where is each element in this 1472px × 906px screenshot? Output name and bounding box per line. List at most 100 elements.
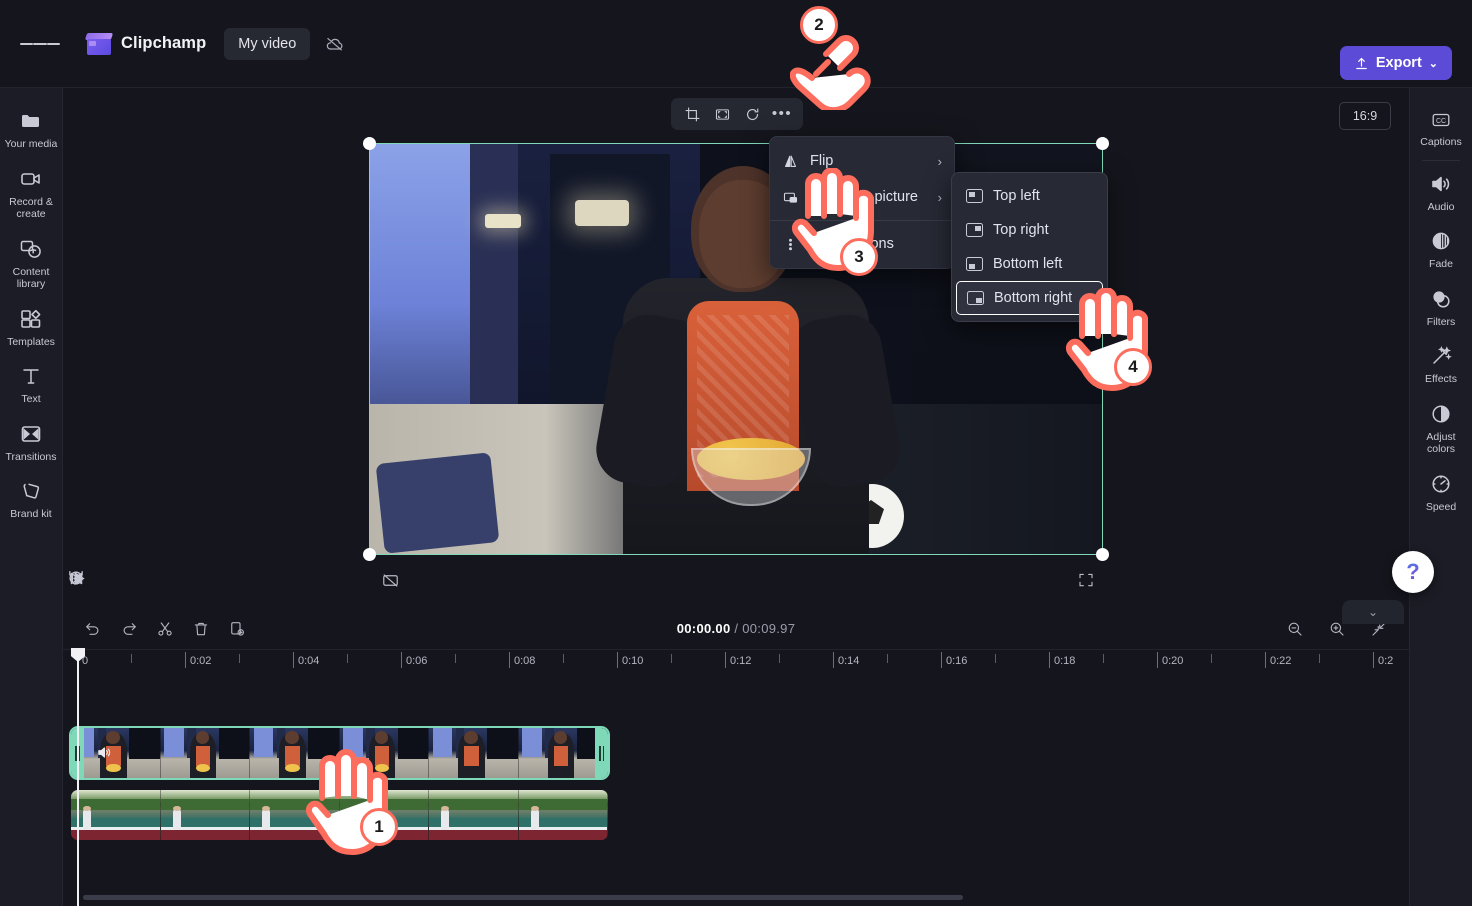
filters-icon xyxy=(1433,290,1450,308)
ruler-label: 0:02 xyxy=(190,655,212,667)
sidebar-item-speed[interactable]: Speed xyxy=(1410,463,1472,521)
ellipsis-icon: ••• xyxy=(771,105,793,122)
step-badge-2: 2 xyxy=(800,6,838,44)
transitions-icon xyxy=(21,425,41,442)
fullscreen-icon xyxy=(1079,573,1093,587)
pip-bottom-left-icon xyxy=(966,257,983,271)
total-time: 00:09.97 xyxy=(742,621,796,636)
timecode-display: 00:00.00 / 00:09.97 xyxy=(63,621,1409,636)
timeline-scrollbar[interactable] xyxy=(83,895,963,900)
skip-to-end-button[interactable] xyxy=(63,565,89,591)
clip-float-toolbar: ••• xyxy=(671,98,803,130)
ruler-label: 0:14 xyxy=(838,655,860,667)
sidebar-item-filters[interactable]: Filters xyxy=(1410,278,1472,336)
ruler-label: 0:12 xyxy=(730,655,752,667)
chevron-right-icon: › xyxy=(937,189,942,205)
upload-icon xyxy=(1356,57,1367,69)
crop-button[interactable] xyxy=(679,101,705,127)
timeline-ruler[interactable]: 0 0:02 0:04 0:06 0:08 0:10 0:12 0:14 0:1… xyxy=(63,650,1409,674)
sidebar-item-adjust-colors[interactable]: Adjust colors xyxy=(1410,393,1472,463)
context-menu-label: Flip xyxy=(810,153,834,169)
speaker-icon xyxy=(1432,176,1450,191)
project-title[interactable]: My video xyxy=(224,27,311,60)
sidebar-item-transitions[interactable]: Transitions xyxy=(0,413,62,471)
sidebar-item-your-media[interactable]: Your media xyxy=(0,100,62,158)
export-button[interactable]: Export ⌄ xyxy=(1339,46,1452,80)
submenu-item-top-right[interactable]: Top right xyxy=(956,213,1103,247)
panel-collapse-tab[interactable]: ⌄ xyxy=(1342,600,1404,624)
resize-handle-top-left[interactable] xyxy=(363,137,376,150)
sidebar-item-label: Content library xyxy=(12,265,50,291)
trim-handle-right[interactable] xyxy=(595,728,608,778)
sidebar-item-label: Effects xyxy=(1425,373,1457,385)
fullscreen-button[interactable] xyxy=(1071,565,1101,595)
content-library-icon xyxy=(20,240,41,258)
resize-handle-top-right[interactable] xyxy=(1096,137,1109,150)
fit-icon xyxy=(715,108,729,120)
aspect-ratio-badge[interactable]: 16:9 xyxy=(1339,102,1391,130)
top-bar: Clipchamp My video Export ⌄ xyxy=(0,0,1472,88)
sidebar-item-content-library[interactable]: Content library xyxy=(0,228,62,298)
sidebar-item-templates[interactable]: Templates xyxy=(0,298,62,356)
sidebar-item-label: Templates xyxy=(7,335,55,348)
ruler-label: 0:20 xyxy=(1162,655,1184,667)
sidebar-item-record-create[interactable]: Record & create xyxy=(0,158,62,228)
help-button[interactable]: ? xyxy=(1392,551,1434,593)
submenu-item-top-left[interactable]: Top left xyxy=(956,179,1103,213)
folder-icon xyxy=(22,115,39,127)
chevron-right-icon: › xyxy=(937,153,942,169)
divider xyxy=(1422,159,1460,161)
sidebar-item-effects[interactable]: Effects xyxy=(1410,335,1472,393)
submenu-label: Bottom left xyxy=(993,256,1063,272)
zoom-out-icon xyxy=(1288,622,1302,636)
hamburger-line xyxy=(20,42,34,45)
sidebar-item-label: Your media xyxy=(4,138,58,150)
brand[interactable]: Clipchamp xyxy=(84,32,207,55)
help-label: ? xyxy=(1406,559,1420,584)
playhead[interactable] xyxy=(71,648,85,906)
zoom-out-button[interactable] xyxy=(1281,615,1309,643)
submenu-item-bottom-left[interactable]: Bottom left xyxy=(956,247,1103,281)
transport-controls: 5 5 xyxy=(63,560,248,596)
brand-kit-icon xyxy=(23,483,40,499)
skip-next-icon xyxy=(70,572,81,584)
contrast-icon xyxy=(1432,404,1450,423)
sidebar-item-brand-kit[interactable]: Brand kit xyxy=(0,470,62,528)
cc-icon: CC xyxy=(1432,113,1450,127)
right-sidebar: CC Captions Audio Fade Filters Effects A… xyxy=(1409,88,1472,906)
annotation-hand-2 xyxy=(790,35,871,110)
hamburger-icon[interactable] xyxy=(20,24,60,64)
cloud-off-icon[interactable] xyxy=(318,27,352,61)
hamburger-line xyxy=(33,42,47,45)
brand-name: Clipchamp xyxy=(121,34,207,52)
rotate-icon xyxy=(746,108,758,120)
ruler-label: 0:22 xyxy=(1270,655,1292,667)
step-badge-4: 4 xyxy=(1114,348,1152,386)
sidebar-item-label: Fade xyxy=(1429,258,1453,270)
clipchamp-app: Clipchamp My video Export ⌄ Your media R… xyxy=(0,0,1472,906)
clip-audio-icon[interactable] xyxy=(93,741,115,763)
step-badge-1: 1 xyxy=(360,808,398,846)
timeline[interactable]: 0 0:02 0:04 0:06 0:08 0:10 0:12 0:14 0:1… xyxy=(63,648,1409,906)
pip-bottom-right-icon xyxy=(967,291,984,305)
rotate-button[interactable] xyxy=(739,101,765,127)
pip-top-right-icon xyxy=(966,223,983,237)
toggle-captions-button[interactable] xyxy=(375,565,405,595)
chevron-down-icon: ⌄ xyxy=(1367,605,1379,619)
time-separator: / xyxy=(730,621,743,636)
fade-icon xyxy=(1432,232,1450,250)
sidebar-item-audio[interactable]: Audio xyxy=(1410,163,1472,221)
submenu-label: Top right xyxy=(993,222,1049,238)
sidebar-item-label: Captions xyxy=(1420,136,1462,148)
pip-top-left-icon xyxy=(966,189,983,203)
ruler-label: 0:06 xyxy=(406,655,428,667)
sidebar-item-fade[interactable]: Fade xyxy=(1410,220,1472,278)
fit-fill-button[interactable] xyxy=(709,101,735,127)
ruler-label: 0:08 xyxy=(514,655,536,667)
sidebar-item-label: Speed xyxy=(1425,500,1457,513)
svg-text:CC: CC xyxy=(1436,118,1446,125)
magic-wand-icon xyxy=(1433,345,1452,364)
sidebar-item-captions[interactable]: CC Captions xyxy=(1410,100,1472,156)
export-label: Export xyxy=(1375,55,1422,71)
sidebar-item-text[interactable]: Text xyxy=(0,355,62,413)
